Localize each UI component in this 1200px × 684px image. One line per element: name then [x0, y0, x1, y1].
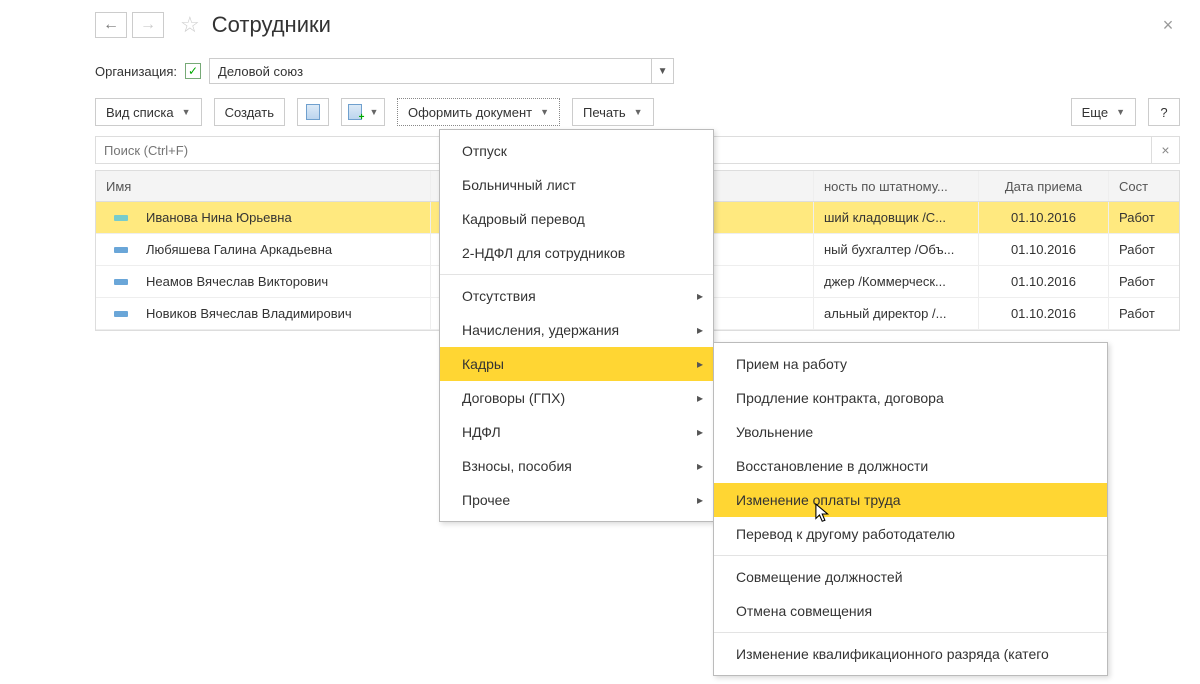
- employee-hire-date: 01.10.2016: [979, 202, 1109, 233]
- kadry-submenu: Прием на работуПродление контракта, дого…: [713, 342, 1108, 676]
- search-clear-button[interactable]: ×: [1152, 136, 1180, 164]
- print-button[interactable]: Печать▼: [572, 98, 654, 126]
- sheet-icon: [306, 104, 320, 120]
- document-menu-item[interactable]: Договоры (ГПХ): [440, 381, 713, 415]
- kadry-submenu-separator: [714, 555, 1107, 556]
- document-menu: ОтпускБольничный листКадровый перевод2-Н…: [439, 129, 714, 522]
- help-button[interactable]: ?: [1148, 98, 1180, 126]
- employee-position: альный директор /...: [814, 298, 979, 329]
- organization-value: Деловой союз: [210, 64, 651, 79]
- row-status-icon: [114, 279, 128, 285]
- row-status-icon: [114, 311, 128, 317]
- document-menu-item[interactable]: 2-НДФЛ для сотрудников: [440, 236, 713, 270]
- employee-state: Работ: [1109, 298, 1179, 329]
- employee-position: джер /Коммерческ...: [814, 266, 979, 297]
- employee-hire-date: 01.10.2016: [979, 266, 1109, 297]
- col-hire-date[interactable]: Дата приема: [979, 171, 1109, 201]
- employee-position: ший кладовщик /С...: [814, 202, 979, 233]
- employee-state: Работ: [1109, 266, 1179, 297]
- employee-position: ный бухгалтер /Объ...: [814, 234, 979, 265]
- row-status-icon: [114, 247, 128, 253]
- kadry-submenu-item[interactable]: Продление контракта, договора: [714, 381, 1107, 415]
- list-icon-button[interactable]: [297, 98, 329, 126]
- employee-name: Иванова Нина Юрьевна: [146, 210, 292, 225]
- sheet-plus-icon: [348, 104, 362, 120]
- view-list-button[interactable]: Вид списка▼: [95, 98, 202, 126]
- kadry-submenu-separator: [714, 632, 1107, 633]
- kadry-submenu-item[interactable]: Увольнение: [714, 415, 1107, 449]
- nav-forward-button[interactable]: →: [132, 12, 164, 38]
- kadry-submenu-item[interactable]: Изменение квалификационного разряда (кат…: [714, 637, 1107, 671]
- row-status-icon: [114, 215, 128, 221]
- employee-name: Неамов Вячеслав Викторович: [146, 274, 328, 289]
- more-button[interactable]: Еще▼: [1071, 98, 1136, 126]
- document-menu-item[interactable]: Кадровый перевод: [440, 202, 713, 236]
- make-document-button[interactable]: Оформить документ▼: [397, 98, 560, 126]
- employee-state: Работ: [1109, 234, 1179, 265]
- kadry-submenu-item[interactable]: Прием на работу: [714, 347, 1107, 381]
- col-state[interactable]: Сост: [1109, 171, 1179, 201]
- kadry-submenu-item[interactable]: Отмена совмещения: [714, 594, 1107, 628]
- employee-name: Любяшева Галина Аркадьевна: [146, 242, 332, 257]
- employee-hire-date: 01.10.2016: [979, 234, 1109, 265]
- chevron-down-icon[interactable]: ▼: [651, 59, 673, 83]
- kadry-submenu-item[interactable]: Восстановление в должности: [714, 449, 1107, 483]
- document-menu-item[interactable]: НДФЛ: [440, 415, 713, 449]
- page-title: Сотрудники: [212, 12, 331, 38]
- close-icon[interactable]: ×: [1156, 15, 1180, 36]
- organization-label: Организация:: [95, 64, 177, 79]
- create-button[interactable]: Создать: [214, 98, 285, 126]
- kadry-submenu-item[interactable]: Перевод к другому работодателю: [714, 517, 1107, 551]
- document-menu-item[interactable]: Отпуск: [440, 134, 713, 168]
- document-menu-item[interactable]: Отсутствия: [440, 279, 713, 313]
- kadry-submenu-item[interactable]: Совмещение должностей: [714, 560, 1107, 594]
- organization-checkbox[interactable]: ✓: [185, 63, 201, 79]
- employee-state: Работ: [1109, 202, 1179, 233]
- sheet-add-button[interactable]: ▼: [341, 98, 385, 126]
- employee-hire-date: 01.10.2016: [979, 298, 1109, 329]
- star-icon[interactable]: ☆: [180, 12, 200, 38]
- document-menu-item[interactable]: Начисления, удержания: [440, 313, 713, 347]
- document-menu-item[interactable]: Больничный лист: [440, 168, 713, 202]
- col-name[interactable]: Имя: [96, 171, 431, 201]
- document-menu-item[interactable]: Прочее: [440, 483, 713, 517]
- nav-back-button[interactable]: ←: [95, 12, 127, 38]
- employee-name: Новиков Вячеслав Владимирович: [146, 306, 352, 321]
- document-menu-item[interactable]: Кадры: [440, 347, 713, 381]
- kadry-submenu-item[interactable]: Изменение оплаты труда: [714, 483, 1107, 517]
- document-menu-item[interactable]: Взносы, пособия: [440, 449, 713, 483]
- col-staff-position[interactable]: ность по штатному...: [814, 171, 979, 201]
- organization-select[interactable]: Деловой союз ▼: [209, 58, 674, 84]
- document-menu-separator: [440, 274, 713, 275]
